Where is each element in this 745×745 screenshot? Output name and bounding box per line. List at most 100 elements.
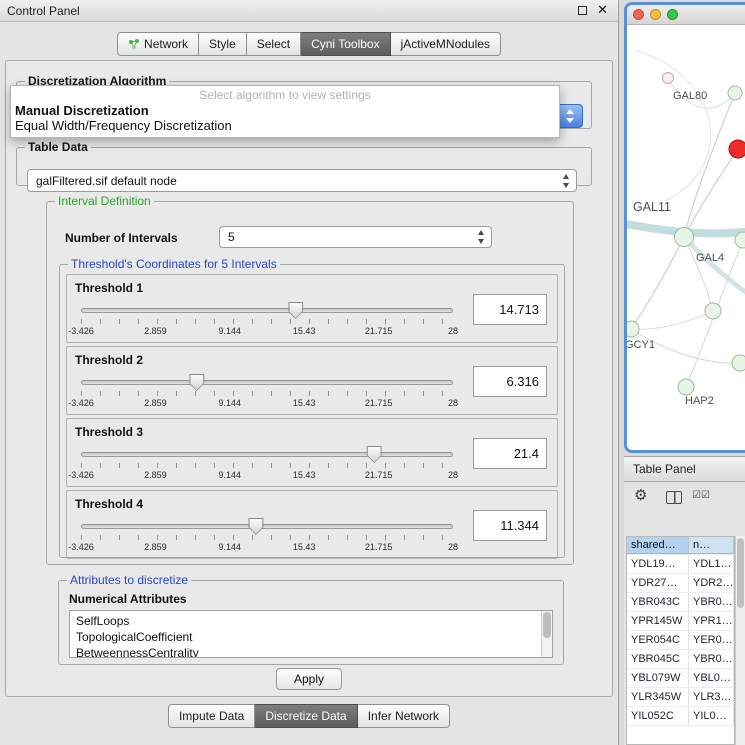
table-cell[interactable]: YPR1… bbox=[689, 612, 734, 630]
threshold-slider[interactable] bbox=[81, 524, 453, 529]
close-traffic-light-button[interactable] bbox=[633, 9, 644, 20]
network-edge[interactable] bbox=[684, 237, 713, 311]
table-cell[interactable]: YBR043C bbox=[627, 593, 689, 611]
table-cell[interactable]: YBR045C bbox=[627, 650, 689, 668]
table-cell[interactable]: YDR2… bbox=[689, 574, 734, 592]
table-row[interactable]: YBR045CYBR0… bbox=[627, 650, 734, 669]
table-row[interactable]: YER054CYER0… bbox=[627, 631, 734, 650]
attributes-group-title: Attributes to discretize bbox=[67, 573, 191, 587]
table-row[interactable]: YDR27…YDR2… bbox=[627, 574, 734, 593]
table-row[interactable]: YLR345WYLR3… bbox=[627, 688, 734, 707]
scale-label: 28 bbox=[448, 326, 458, 336]
scale-label: -3.426 bbox=[68, 542, 94, 552]
network-node[interactable] bbox=[675, 228, 694, 247]
float-window-icon[interactable] bbox=[578, 6, 587, 15]
threshold-value-field[interactable]: 11.344 bbox=[473, 510, 547, 541]
table-scrollbar[interactable] bbox=[735, 536, 745, 745]
column-header[interactable]: n… bbox=[689, 537, 734, 554]
attribute-list-item[interactable]: BetweennessCentrality bbox=[76, 645, 552, 658]
close-icon[interactable]: ✕ bbox=[597, 3, 608, 18]
threshold-value-field[interactable]: 21.4 bbox=[473, 438, 547, 469]
table-cell[interactable]: YBL0… bbox=[689, 669, 734, 687]
network-edge[interactable] bbox=[631, 237, 684, 329]
select-columns-icon[interactable]: ☑☑ bbox=[692, 490, 710, 501]
table-row[interactable]: YPR145WYPR1… bbox=[627, 612, 734, 631]
minimize-traffic-light-button[interactable] bbox=[650, 9, 661, 20]
network-node[interactable] bbox=[732, 355, 745, 371]
column-header[interactable]: shared… bbox=[627, 537, 689, 554]
tab-cyni-toolbox[interactable]: Cyni Toolbox bbox=[301, 32, 390, 56]
columns-icon[interactable] bbox=[666, 491, 682, 504]
zoom-traffic-light-button[interactable] bbox=[667, 9, 678, 20]
scale-label: 15.43 bbox=[293, 542, 316, 552]
chevron-up-icon bbox=[566, 109, 574, 114]
table-cell[interactable]: YDR27… bbox=[627, 574, 689, 592]
table-scrollbar-thumb[interactable] bbox=[737, 538, 744, 608]
scale-label: -3.426 bbox=[68, 326, 94, 336]
tab-discretize-data[interactable]: Discretize Data bbox=[255, 704, 357, 728]
tab-style[interactable]: Style bbox=[199, 32, 247, 56]
table-cell[interactable]: YBR0… bbox=[689, 593, 734, 611]
tab-network[interactable]: Network bbox=[117, 32, 199, 56]
network-edge[interactable] bbox=[637, 51, 711, 200]
tab-label: jActiveMNodules bbox=[401, 37, 490, 51]
threshold-box: Threshold 4-3.4262.8599.14415.4321.71528… bbox=[66, 490, 558, 559]
list-scrollbar[interactable] bbox=[541, 611, 552, 657]
scale-label: 15.43 bbox=[293, 470, 316, 480]
threshold-slider[interactable] bbox=[81, 380, 453, 385]
slider-thumb[interactable] bbox=[189, 374, 204, 391]
number-of-intervals-dropdown[interactable]: 5 bbox=[219, 226, 492, 248]
popup-option-manual-discretization[interactable]: Manual Discretization bbox=[11, 103, 559, 118]
table-cell[interactable]: YER0… bbox=[689, 631, 734, 649]
network-node[interactable] bbox=[678, 379, 694, 395]
table-cell[interactable]: YDL1… bbox=[689, 555, 734, 573]
network-edge[interactable] bbox=[631, 311, 713, 329]
scale-label: 15.43 bbox=[293, 398, 316, 408]
slider-scale-labels: -3.4262.8599.14415.4321.71528 bbox=[81, 326, 453, 337]
threshold-slider[interactable] bbox=[81, 308, 453, 313]
popup-option-equal-width-frequency[interactable]: Equal Width/Frequency Discretization bbox=[11, 118, 559, 133]
network-edge[interactable] bbox=[684, 149, 738, 237]
slider-thumb[interactable] bbox=[288, 302, 303, 319]
threshold-value-field[interactable]: 14.713 bbox=[473, 294, 547, 325]
thresholds-coordinates-group-title: Threshold's Coordinates for 5 Intervals bbox=[68, 257, 280, 271]
attribute-list-item[interactable]: SelfLoops bbox=[76, 613, 552, 629]
slider-tick-marks bbox=[81, 535, 453, 540]
table-cell[interactable]: YBR0… bbox=[689, 650, 734, 668]
table-row[interactable]: YBL079WYBL0… bbox=[627, 669, 734, 688]
table-cell[interactable]: YDL19… bbox=[627, 555, 689, 573]
slider-thumb-shape bbox=[368, 447, 381, 462]
apply-button[interactable]: Apply bbox=[276, 668, 342, 690]
table-cell[interactable]: YLR345W bbox=[627, 688, 689, 706]
network-node[interactable] bbox=[705, 303, 721, 319]
tab-infer-network[interactable]: Infer Network bbox=[358, 704, 450, 728]
table-row[interactable]: YIL052CYIL0… bbox=[627, 707, 734, 726]
network-edge[interactable] bbox=[684, 237, 745, 297]
tab-impute-data[interactable]: Impute Data bbox=[168, 704, 255, 728]
slider-thumb[interactable] bbox=[248, 518, 263, 535]
table-cell[interactable]: YER054C bbox=[627, 631, 689, 649]
threshold-value-field[interactable]: 6.316 bbox=[473, 366, 547, 397]
tab-select[interactable]: Select bbox=[247, 32, 301, 56]
attribute-list-item[interactable]: TopologicalCoefficient bbox=[76, 629, 552, 645]
table-cell[interactable]: YBL079W bbox=[627, 669, 689, 687]
tab-jactivemnodules[interactable]: jActiveMNodules bbox=[391, 32, 501, 56]
table-cell[interactable]: YIL052C bbox=[627, 707, 689, 725]
network-node[interactable] bbox=[728, 86, 742, 100]
tab-label: Infer Network bbox=[368, 709, 439, 723]
list-scrollbar-thumb[interactable] bbox=[543, 612, 551, 638]
threshold-slider[interactable] bbox=[81, 452, 453, 457]
scale-label: 2.859 bbox=[144, 398, 167, 408]
table-row[interactable]: YBR043CYBR0… bbox=[627, 593, 734, 612]
network-node[interactable] bbox=[663, 73, 674, 84]
table-cell[interactable]: YPR145W bbox=[627, 612, 689, 630]
network-node-highlighted[interactable] bbox=[729, 140, 745, 158]
table-data-dropdown[interactable]: galFiltered.sif default node bbox=[27, 169, 577, 192]
table-row[interactable]: YDL19…YDL1… bbox=[627, 555, 734, 574]
network-node[interactable] bbox=[627, 321, 639, 337]
gear-icon[interactable]: ⚙ bbox=[634, 486, 647, 504]
table-cell[interactable]: YLR3… bbox=[689, 688, 734, 706]
table-cell[interactable]: YIL0… bbox=[689, 707, 734, 725]
network-canvas[interactable]: GAL80GAL11GAL4GCY1HAP2 bbox=[627, 25, 745, 450]
slider-thumb[interactable] bbox=[367, 446, 382, 463]
